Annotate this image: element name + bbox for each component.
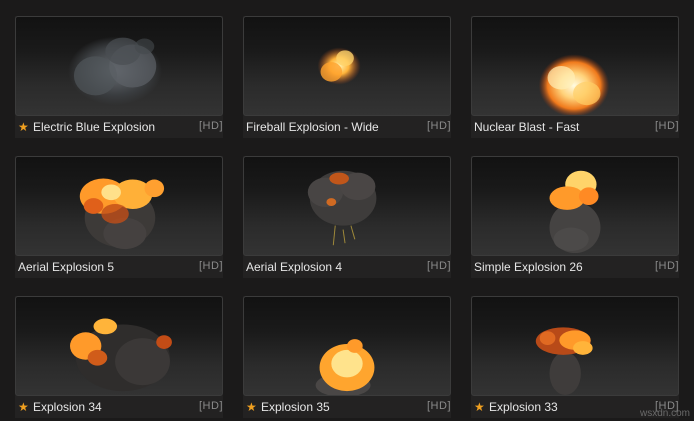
clip-title: Nuclear Blast - Fast	[474, 120, 580, 134]
clip-thumbnail[interactable]	[243, 296, 451, 396]
clip-thumbnail[interactable]	[471, 16, 679, 116]
favorite-star-icon[interactable]: ★	[246, 401, 260, 413]
clip-thumbnail[interactable]	[15, 16, 223, 116]
clip-thumbnail[interactable]	[471, 296, 679, 396]
favorite-star-icon[interactable]: ★	[474, 401, 488, 413]
clip-title: Simple Explosion 26	[474, 260, 583, 274]
fire-smoke-icon	[79, 178, 165, 250]
clip-caption: Aerial Explosion 4 [HD]	[243, 257, 451, 277]
clip-card[interactable]: ★ Explosion 34 [HD]	[15, 296, 223, 418]
clip-title: Explosion 34	[33, 400, 102, 414]
small-fireball-icon	[317, 47, 361, 85]
hd-badge: [HD]	[199, 400, 223, 412]
watermark: wsxdn.com	[639, 408, 690, 419]
hd-badge: [HD]	[655, 120, 679, 132]
clip-card[interactable]: ★ Electric Blue Explosion [HD]	[15, 16, 223, 138]
clip-caption: Simple Explosion 26 [HD]	[471, 257, 679, 277]
clip-caption: Fireball Explosion - Wide [HD]	[243, 117, 451, 137]
clip-thumbnail[interactable]	[15, 296, 223, 396]
hd-badge: [HD]	[427, 260, 451, 272]
favorite-star-icon[interactable]: ★	[18, 121, 32, 133]
clip-caption: ★ Explosion 35 [HD]	[243, 397, 451, 417]
clip-caption: ★ Explosion 34 [HD]	[15, 397, 223, 417]
clip-card[interactable]: ★ Explosion 33 [HD]	[471, 296, 679, 418]
clip-title: Fireball Explosion - Wide	[246, 120, 379, 134]
ground-fireball-icon	[315, 339, 375, 395]
dark-smoke-icon	[307, 170, 377, 246]
clip-title: Aerial Explosion 5	[18, 260, 115, 274]
clip-card[interactable]: Fireball Explosion - Wide [HD]	[243, 16, 451, 138]
clip-thumbnail[interactable]	[15, 156, 223, 256]
hd-badge: [HD]	[427, 400, 451, 412]
clip-thumbnail[interactable]	[471, 156, 679, 256]
clip-card[interactable]: ★ Explosion 35 [HD]	[243, 296, 451, 418]
clip-card[interactable]: Nuclear Blast - Fast [HD]	[471, 16, 679, 138]
clip-caption: ★ Electric Blue Explosion [HD]	[15, 117, 223, 137]
hd-badge: [HD]	[655, 260, 679, 272]
clip-caption: Aerial Explosion 5 [HD]	[15, 257, 223, 277]
clip-gallery: ★ Electric Blue Explosion [HD] Fireball …	[0, 0, 694, 421]
clip-thumbnail[interactable]	[243, 156, 451, 256]
bright-blast-icon	[538, 54, 610, 115]
clip-title: Aerial Explosion 4	[246, 260, 343, 274]
clip-card[interactable]: Aerial Explosion 5 [HD]	[15, 156, 223, 278]
fire-smoke-icon	[535, 327, 593, 395]
hd-badge: [HD]	[199, 260, 223, 272]
hd-badge: [HD]	[199, 120, 223, 132]
fire-smoke-icon	[549, 170, 601, 254]
clip-card[interactable]: Simple Explosion 26 [HD]	[471, 156, 679, 278]
fire-smoke-icon	[70, 318, 172, 392]
clip-title: Electric Blue Explosion	[33, 120, 156, 134]
clip-title: Explosion 33	[489, 400, 558, 414]
clip-thumbnail[interactable]	[243, 16, 451, 116]
hd-badge: [HD]	[427, 120, 451, 132]
favorite-star-icon[interactable]: ★	[18, 401, 32, 413]
clip-caption: Nuclear Blast - Fast [HD]	[471, 117, 679, 137]
smoke-cloud-icon	[68, 36, 163, 106]
clip-title: Explosion 35	[261, 400, 330, 414]
clip-card[interactable]: Aerial Explosion 4 [HD]	[243, 156, 451, 278]
